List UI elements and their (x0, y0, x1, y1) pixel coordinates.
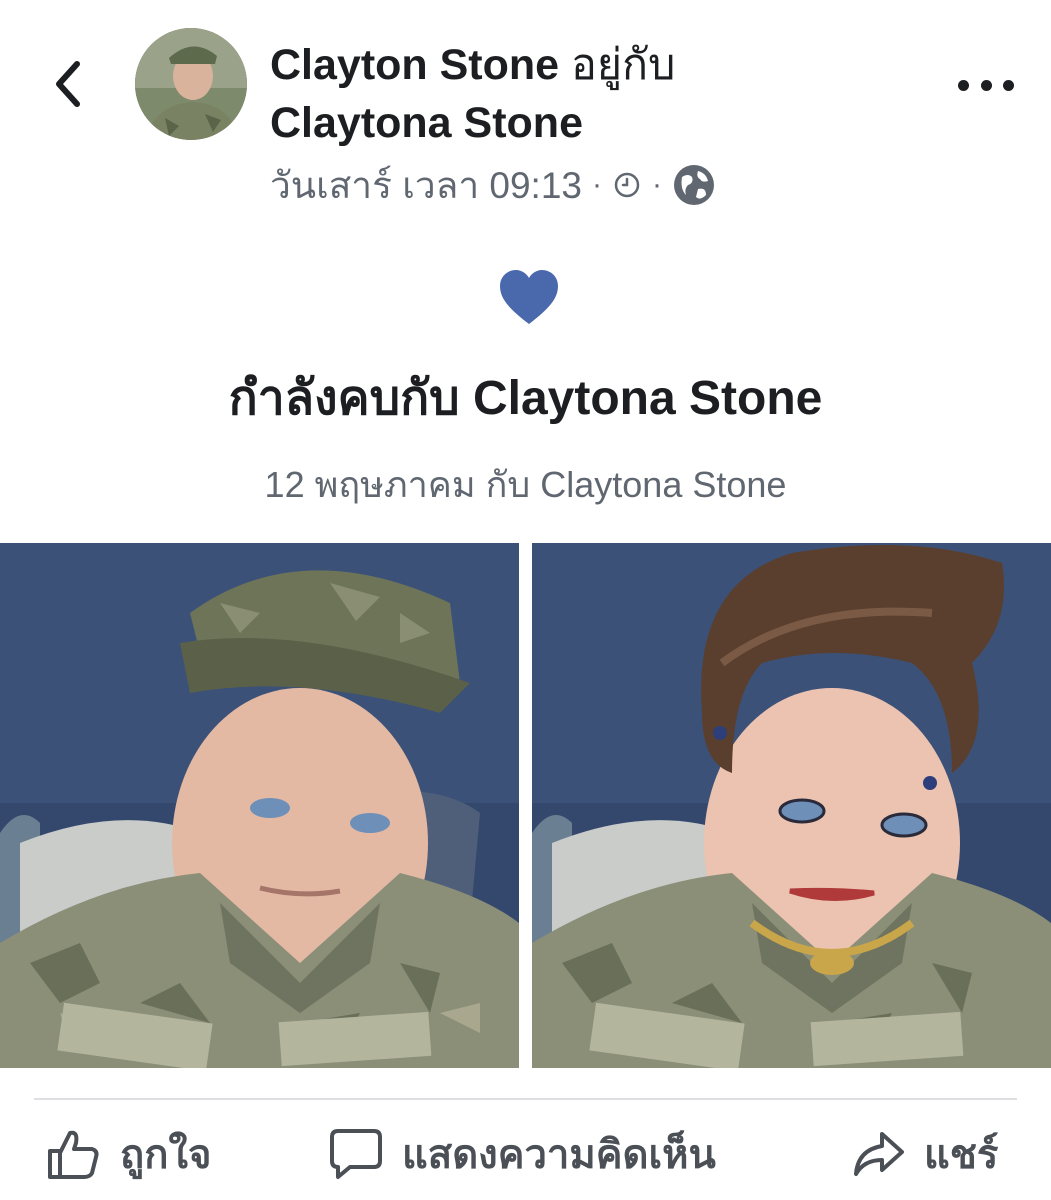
soldier-photo (0, 543, 519, 1068)
like-label: ถูกใจ (120, 1133, 212, 1177)
avatar-image (135, 28, 247, 140)
author-line: Clayton Stone อยู่กับ Claytona Stone (270, 36, 910, 152)
tagged-person[interactable]: Claytona Stone (270, 99, 583, 147)
photo-left[interactable] (0, 543, 519, 1068)
share-arrow-icon (854, 1132, 904, 1176)
back-button[interactable] (40, 52, 96, 116)
edited-soldier-photo (532, 543, 1051, 1068)
more-options-button[interactable] (958, 70, 1014, 100)
clock-icon (614, 172, 640, 198)
share-button[interactable]: แชร์ (850, 1118, 998, 1190)
with-label: อยู่กับ (571, 41, 676, 89)
heart-icon (500, 270, 558, 324)
more-dot-icon (980, 79, 992, 91)
author-name[interactable]: Clayton Stone (270, 41, 559, 89)
more-dot-icon (958, 79, 969, 91)
photo-right[interactable] (532, 543, 1051, 1068)
globe-icon[interactable] (672, 163, 716, 207)
life-event-title: กำลังคบกับ Claytona Stone (228, 372, 823, 425)
more-dot-icon (1003, 79, 1014, 91)
avatar[interactable] (135, 28, 247, 140)
comment-label: แสดงความคิดเห็น (402, 1133, 716, 1177)
post-timestamp[interactable]: วันเสาร์ เวลา 09:13 (270, 156, 582, 215)
meta-separator: · (591, 168, 602, 201)
thumbs-up-icon (48, 1130, 99, 1179)
life-event-subtitle: 12 พฤษภาคม กับ Claytona Stone (264, 464, 787, 505)
comment-button[interactable]: แสดงความคิดเห็น (328, 1118, 716, 1190)
chevron-left-icon (56, 61, 80, 107)
like-button[interactable]: ถูกใจ (44, 1118, 211, 1190)
post-header: Clayton Stone อยู่กับ Claytona Stone (270, 36, 910, 152)
actions-divider (34, 1098, 1017, 1100)
post-meta: วันเสาร์ เวลา 09:13 · · (270, 160, 716, 210)
comment-icon (330, 1129, 382, 1179)
meta-separator: · (651, 168, 662, 201)
share-label: แชร์ (924, 1133, 999, 1177)
